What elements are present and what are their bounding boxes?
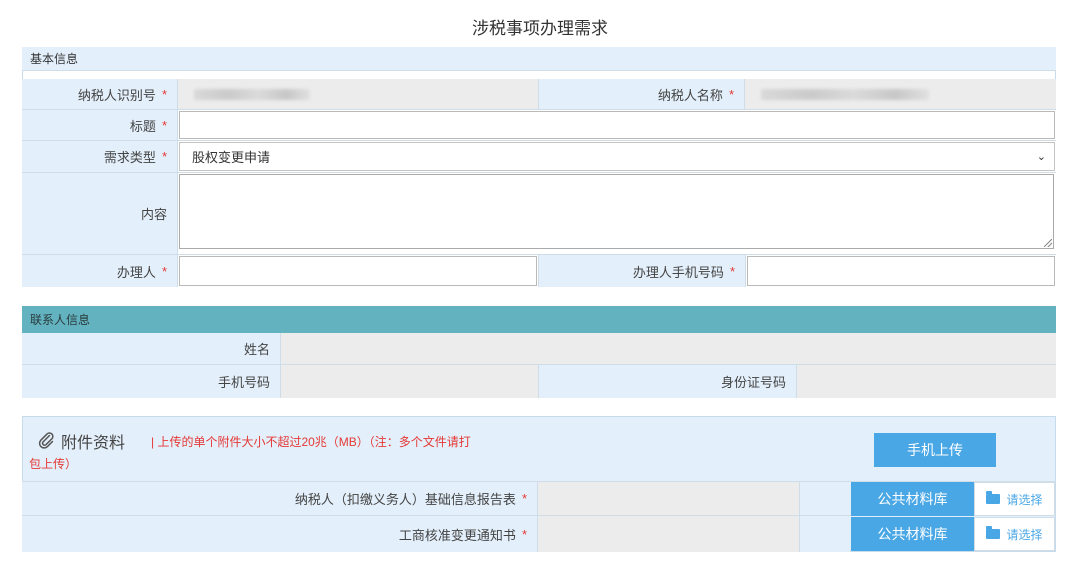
page-title: 涉税事项办理需求 [472,19,608,38]
redacted-value [194,88,310,100]
mobile-upload-button[interactable]: 手机上传 [874,433,996,467]
taxpayer-name-field[interactable] [745,79,1056,109]
handler-input[interactable] [179,256,537,286]
demand-type-select[interactable]: 股权变更申请 ⌄ [179,142,1055,171]
folder-open-icon [986,526,1001,539]
attachments-title: 附件资料 [61,435,126,452]
handler-phone-input[interactable] [747,256,1055,286]
attachment-field-2[interactable] [538,516,800,552]
contact-phone-row: 手机号码 身份证号码 [22,365,1056,398]
handler-phone-cell [746,255,1056,287]
content-label: 内容 [22,173,178,254]
redacted-value [761,88,929,100]
paperclip-icon [38,432,54,449]
contact-name-field[interactable] [281,333,1056,364]
taxpayer-id-label: 纳税人识别号 * [22,79,178,109]
taxpayer-id-field[interactable] [178,79,539,109]
taxpayer-row: 纳税人识别号 * 纳税人名称 * [22,79,1056,110]
public-library-button-2[interactable]: 公共材料库 [851,517,974,551]
chevron-down-icon: ⌄ [1036,151,1046,163]
resize-grip-icon[interactable] [1044,239,1052,247]
attachment-label-2: 工商核准变更通知书 * [22,516,538,552]
contact-id-field[interactable] [797,365,1056,398]
public-library-button-1[interactable]: 公共材料库 [851,482,974,516]
contact-phone-label: 手机号码 [22,365,281,398]
demand-type-label: 需求类型 * [22,141,178,172]
select-file-button-1[interactable]: 请选择 [974,482,1055,516]
taxpayer-name-label: 纳税人名称 * [539,79,745,109]
contact-name-row: 姓名 [22,333,1056,365]
title-row: 标题 * [22,110,1056,141]
attachment-field-1[interactable] [538,482,800,515]
demand-type-row: 需求类型 * 股权变更申请 ⌄ [22,141,1056,173]
title-cell [178,110,1056,140]
content-row: 内容 [22,173,1056,255]
contact-header: 联系人信息 [22,306,1056,333]
handler-label: 办理人 * [22,255,178,287]
attachment-gap-2 [800,516,850,552]
select-file-button-2[interactable]: 请选择 [974,517,1055,551]
handler-phone-label: 办理人手机号码 * [539,255,746,287]
folder-open-icon [986,491,1001,504]
contact-id-label: 身份证号码 [539,365,797,398]
contact-name-label: 姓名 [22,333,281,364]
attachment-label-1: 纳税人（扣缴义务人）基础信息报告表 * [22,482,538,515]
basic-info-header: 基本信息 [22,47,1056,71]
contact-phone-field[interactable] [281,365,539,398]
title-label: 标题 * [22,110,178,140]
demand-type-cell: 股权变更申请 ⌄ [178,141,1056,172]
handler-row: 办理人 * 办理人手机号码 * [22,255,1056,287]
title-input[interactable] [179,111,1055,139]
handler-cell [178,255,539,287]
content-textarea[interactable] [179,174,1054,249]
attachment-gap-1 [800,482,850,515]
content-cell [178,173,1056,254]
